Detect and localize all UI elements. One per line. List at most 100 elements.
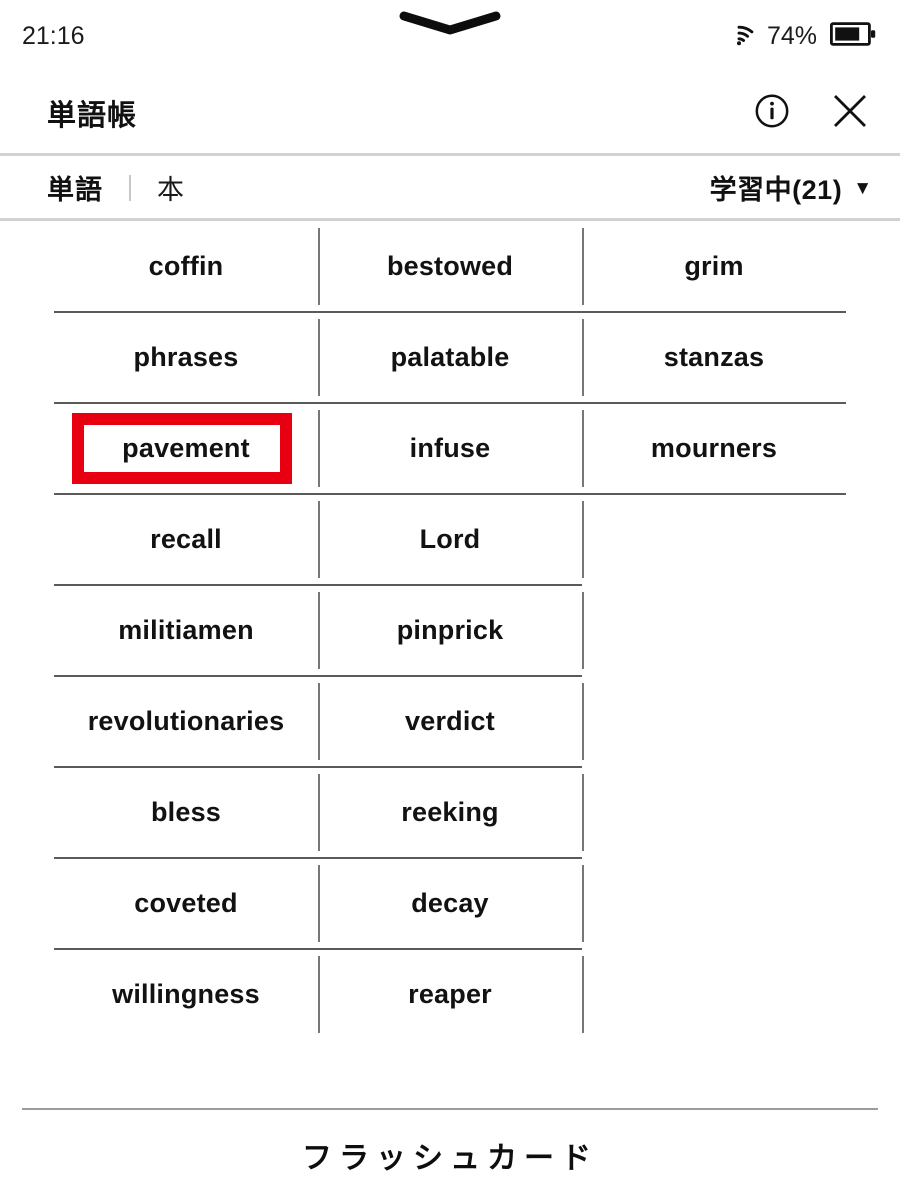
word-cell[interactable]: willingness [54,949,318,1040]
word-cell[interactable]: palatable [318,312,582,403]
word-label: militiamen [118,615,254,645]
word-label: palatable [390,342,510,372]
word-cell-empty [582,585,846,676]
tab-books[interactable]: 本 [157,168,185,207]
grid-column-divider [318,228,320,305]
battery-percentage-label: 74% [766,21,817,50]
word-label: bestowed [386,251,514,281]
grid-column-divider [318,774,320,851]
word-label: willingness [112,979,260,1009]
vocabulary-book-screen: 21:16 74% 単語帳 単語 ｜ 本 学習中(21) ▼ coffin be… [0,0,900,1200]
word-cell[interactable]: decay [318,858,582,949]
status-bar: 21:16 74% [0,0,900,72]
grid-row-divider [54,311,846,313]
word-cell[interactable]: reaper [318,949,582,1040]
grid-column-divider [318,410,320,487]
word-label: reeking [401,797,499,827]
grid-column-divider [582,410,584,487]
word-label: Lord [419,524,481,554]
status-bar-indicators: 74% [724,21,876,52]
word-cell[interactable]: coffin [54,221,318,312]
word-cell[interactable]: pavement [54,403,318,494]
segment-divider: ｜ [117,173,144,204]
info-circle-icon [754,93,790,132]
grid-row-divider [54,857,582,859]
grid-row-divider [54,402,846,404]
grid-column-divider [582,319,584,396]
word-row: revolutionaries verdict [0,676,900,767]
grid-row-divider [54,766,582,768]
close-x-icon [831,92,869,133]
chevron-down-icon: ▼ [853,177,872,199]
word-cell[interactable]: stanzas [582,312,846,403]
word-label: pavement [122,433,250,463]
word-cell[interactable]: coveted [54,858,318,949]
word-row: willingness reaper [0,949,900,1040]
battery-icon [829,21,876,52]
word-label: recall [150,524,222,554]
word-label: decay [411,888,489,918]
word-label: verdict [405,706,495,736]
word-row: phrases palatable stanzas [0,312,900,403]
word-cell[interactable]: mourners [582,403,846,494]
word-cell[interactable]: verdict [318,676,582,767]
word-cell-empty [582,676,846,767]
grid-row-divider [54,584,582,586]
app-header: 単語帳 [0,72,900,153]
grid-column-divider [318,683,320,760]
study-status-label: 学習中(21) [709,174,843,205]
grid-column-divider [318,501,320,578]
grid-row-divider [54,493,846,495]
word-grid: coffin bestowed grim phrases palatable stanza… [0,221,900,1108]
word-label: pinprick [396,615,504,645]
word-label: coffin [148,251,224,281]
flashcard-button[interactable]: フラッシュカード [0,1110,900,1200]
flashcard-button-label: フラッシュカード [302,1142,598,1175]
word-label: mourners [650,433,778,463]
word-cell[interactable]: phrases [54,312,318,403]
word-cell-empty [582,494,846,585]
status-bar-clock: 21:16 [22,21,85,50]
close-button[interactable] [828,91,872,135]
word-row: pavement infuse mourners [0,403,900,494]
word-label: revolutionaries [87,706,285,736]
study-status-dropdown[interactable]: 学習中(21) ▼ [710,168,872,207]
wifi-icon [724,22,754,51]
word-label: coveted [134,888,238,918]
word-cell[interactable]: infuse [318,403,582,494]
grid-row-divider [54,948,582,950]
word-cell-empty [582,858,846,949]
word-row: coveted decay [0,858,900,949]
page-title: 単語帳 [47,99,138,132]
word-cell-empty [582,949,846,1040]
word-cell[interactable]: militiamen [54,585,318,676]
grid-column-divider [582,592,584,669]
word-cell[interactable]: Lord [318,494,582,585]
word-cell[interactable]: grim [582,221,846,312]
word-row: recall Lord [0,494,900,585]
word-label: grim [684,251,744,281]
grid-column-divider [318,865,320,942]
grid-column-divider [318,319,320,396]
word-cell[interactable]: recall [54,494,318,585]
grid-column-divider [582,774,584,851]
tab-words[interactable]: 単語 [47,168,103,207]
word-label: reaper [408,979,492,1009]
word-label: phrases [133,342,239,372]
info-button[interactable] [750,91,794,135]
word-row: bless reeking [0,767,900,858]
word-cell[interactable]: pinprick [318,585,582,676]
word-cell[interactable]: revolutionaries [54,676,318,767]
grid-column-divider [582,501,584,578]
grid-column-divider [318,956,320,1033]
grid-row-divider [54,675,582,677]
word-row: militiamen pinprick [0,585,900,676]
word-label: stanzas [663,342,765,372]
word-cell[interactable]: bless [54,767,318,858]
word-cell-empty [582,767,846,858]
grid-column-divider [318,592,320,669]
grid-column-divider [582,683,584,760]
word-cell[interactable]: bestowed [318,221,582,312]
word-cell[interactable]: reeking [318,767,582,858]
segmented-control: 単語 ｜ 本 [47,168,185,207]
